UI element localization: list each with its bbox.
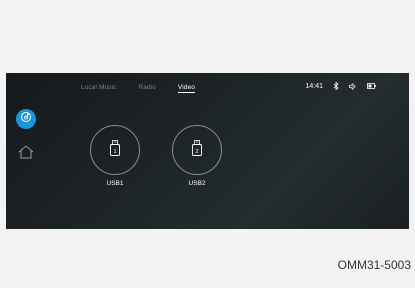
tab-video[interactable]: Video bbox=[177, 84, 195, 93]
home-button[interactable] bbox=[17, 144, 35, 164]
bluetooth-icon bbox=[333, 82, 339, 90]
media-tabs: Local Music Radio Video bbox=[81, 84, 195, 93]
volume-icon bbox=[349, 82, 357, 90]
status-bar: 14:41 bbox=[305, 82, 376, 90]
usb-drive-icon: 2 bbox=[191, 139, 203, 161]
usb2-badge: 2 bbox=[195, 149, 198, 155]
usb2-device-button[interactable]: 2 bbox=[172, 125, 222, 175]
usb2-label: USB2 bbox=[188, 180, 206, 187]
home-icon bbox=[18, 144, 34, 164]
media-source-button[interactable] bbox=[16, 109, 36, 129]
usb1-badge: 1 bbox=[113, 149, 116, 155]
tab-local-music[interactable]: Local Music bbox=[81, 84, 116, 93]
media-source-icon bbox=[20, 110, 32, 128]
usb1-label: USB1 bbox=[106, 180, 124, 187]
usb1-device-button[interactable]: 1 bbox=[90, 125, 140, 175]
tab-radio[interactable]: Radio bbox=[138, 84, 155, 93]
infotainment-screen: Local Music Radio Video 14:41 1 USB1 2 U… bbox=[6, 73, 409, 229]
usb-drive-icon: 1 bbox=[109, 139, 121, 161]
clock: 14:41 bbox=[305, 82, 323, 90]
figure-code: OMM31-5003 bbox=[337, 258, 411, 272]
battery-icon bbox=[367, 83, 376, 89]
